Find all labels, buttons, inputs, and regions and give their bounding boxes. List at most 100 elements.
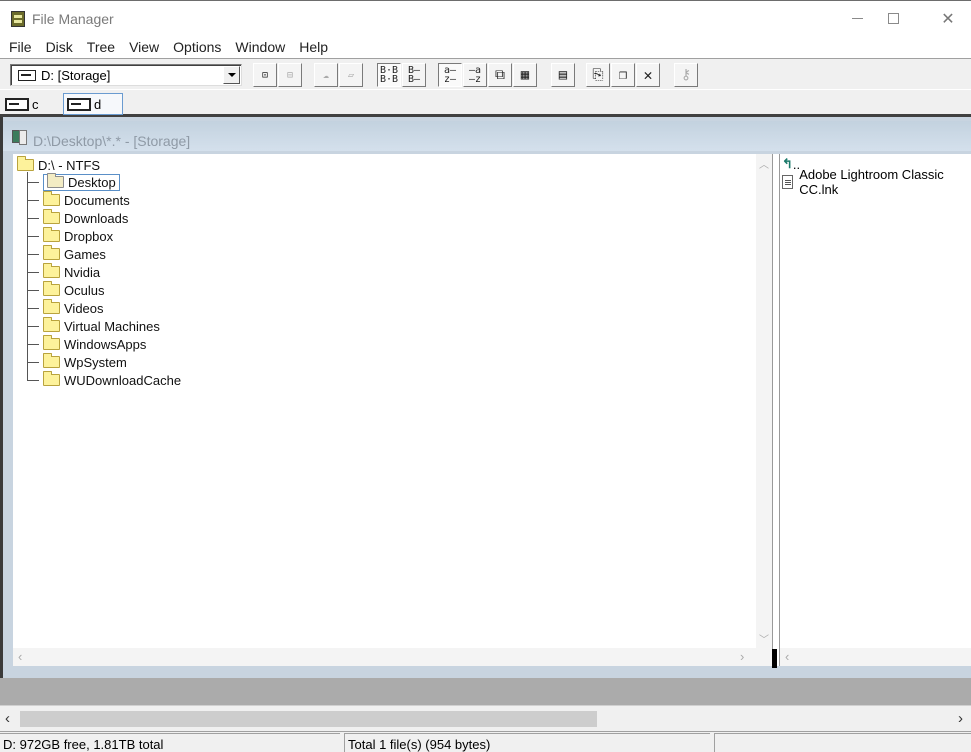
- key-icon: ⚷: [680, 66, 692, 83]
- tree-connector: [27, 199, 39, 201]
- tree-item-desktop[interactable]: Desktop: [27, 173, 120, 191]
- tree-horizontal-scrollbar[interactable]: ‹ ›: [13, 648, 772, 666]
- file-item[interactable]: Adobe Lightroom Classic CC.lnk: [782, 167, 971, 197]
- sort-by-type-button[interactable]: –a –z: [463, 63, 487, 87]
- drive-c-button[interactable]: c: [5, 93, 39, 115]
- menu-file[interactable]: File: [2, 36, 39, 58]
- tree-connector: [27, 217, 39, 219]
- folder-icon: [43, 209, 60, 224]
- file-name: Adobe Lightroom Classic CC.lnk: [799, 167, 944, 197]
- tree-item-label: WpSystem: [64, 354, 127, 370]
- tree-item-nvidia[interactable]: Nvidia: [27, 263, 100, 281]
- tree-item-oculus[interactable]: Oculus: [27, 281, 104, 299]
- folder-icon: [43, 191, 60, 206]
- parent-directory-icon: ↰: [782, 156, 793, 171]
- main-horizontal-scrollbar[interactable]: ‹ ›: [0, 705, 971, 731]
- network-disconnect-icon: ⊟: [286, 69, 294, 81]
- selection-box: Desktop: [43, 173, 120, 191]
- drive-select[interactable]: D: [Storage]: [10, 64, 242, 86]
- list-view-button[interactable]: B– B–: [402, 63, 426, 87]
- tree-connector: [27, 181, 39, 183]
- tree-item-virtual-machines[interactable]: Virtual Machines: [27, 317, 160, 335]
- connect-network-drive-button[interactable]: ⊡: [253, 63, 277, 87]
- scroll-up-icon[interactable]: ︿: [759, 156, 769, 171]
- folder-icon: [43, 245, 60, 260]
- menu-options[interactable]: Options: [166, 36, 228, 58]
- new-window-button[interactable]: ▤: [551, 63, 575, 87]
- tree-connector: [27, 307, 39, 309]
- delete-button[interactable]: ✕: [636, 63, 660, 87]
- tree-root-label: D:\ - NTFS: [38, 157, 101, 173]
- drive-bar: c d: [0, 90, 971, 117]
- menu-tree[interactable]: Tree: [80, 36, 122, 58]
- tree-vertical-scrollbar[interactable]: ︿ ﹀: [756, 154, 772, 648]
- scroll-left-icon[interactable]: ‹: [785, 649, 789, 664]
- file-cabinet-icon: [11, 11, 25, 27]
- directory-window: D:\Desktop\*.* - [Storage] D:\ - NTFS De…: [0, 117, 971, 678]
- folder-icon: [43, 227, 60, 242]
- tree-item-windowsapps[interactable]: WindowsApps: [27, 335, 146, 353]
- tree-item-dropbox[interactable]: Dropbox: [27, 227, 113, 245]
- tree-root[interactable]: D:\ - NTFS: [17, 156, 100, 174]
- extra-status: [714, 733, 971, 752]
- menu-help[interactable]: Help: [292, 36, 335, 58]
- network-connect-icon: ⊡: [261, 69, 269, 81]
- paste-icon: ❐: [618, 66, 628, 83]
- menu-view[interactable]: View: [122, 36, 166, 58]
- disconnect-network-drive-button[interactable]: ⊟: [278, 63, 302, 87]
- tree-item-videos[interactable]: Videos: [27, 299, 104, 317]
- sort-by-size-button[interactable]: ⧉: [488, 63, 512, 87]
- tree-connector: [27, 289, 39, 291]
- close-button[interactable]: ✕: [925, 1, 971, 36]
- drive-d-button[interactable]: d: [63, 93, 123, 115]
- chevron-down-icon[interactable]: [223, 66, 240, 84]
- folder-icon: [43, 371, 60, 386]
- drive-letter: d: [94, 96, 102, 112]
- menu-disk[interactable]: Disk: [39, 36, 80, 58]
- tree-item-wudownloadcache[interactable]: WUDownloadCache: [27, 371, 181, 389]
- menu-window[interactable]: Window: [228, 36, 292, 58]
- tree-connector: [27, 361, 39, 363]
- toolbar: D: [Storage] ⊡ ⊟ ☁ ▱ B·B B·B B– B– a– z– –a…: [0, 58, 971, 90]
- tree-item-label: WindowsApps: [64, 336, 147, 352]
- copy-button[interactable]: ⎘: [586, 63, 610, 87]
- tree-connector: [27, 325, 39, 327]
- disk-space-status: D: 972GB free, 1.81TB total: [0, 733, 340, 752]
- file-list-pane: ↰ .. Adobe Lightroom Classic CC.lnk ‹: [780, 154, 971, 666]
- new-window-icon: ▤: [558, 66, 568, 83]
- tree-item-wpsystem[interactable]: WpSystem: [27, 353, 127, 371]
- file-horizontal-scrollbar[interactable]: ‹: [780, 648, 971, 666]
- tree-item-downloads[interactable]: Downloads: [27, 209, 128, 227]
- pane-splitter[interactable]: [772, 154, 780, 666]
- folder-icon: [43, 263, 60, 278]
- sort-by-date-button[interactable]: ▦: [513, 63, 537, 87]
- splitter-handle[interactable]: [772, 649, 777, 668]
- scrollbar-thumb[interactable]: [20, 711, 597, 727]
- properties-button[interactable]: ⚷: [674, 63, 698, 87]
- sort-by-name-button[interactable]: a– z–: [438, 63, 462, 87]
- scroll-right-icon[interactable]: ›: [958, 710, 963, 727]
- drive-icon: [18, 70, 36, 81]
- scroll-down-icon[interactable]: ﹀: [759, 631, 769, 646]
- parent-directory-item[interactable]: ↰ ..: [782, 155, 800, 173]
- paste-button[interactable]: ❐: [611, 63, 635, 87]
- tree-connector: [27, 235, 39, 237]
- folder-icon: [43, 317, 60, 332]
- tree-item-games[interactable]: Games: [27, 245, 106, 263]
- maximize-button[interactable]: [870, 1, 916, 36]
- scroll-right-icon[interactable]: ›: [740, 649, 744, 664]
- directory-window-title-bar[interactable]: D:\Desktop\*.* - [Storage]: [3, 121, 971, 151]
- tree-item-label: Oculus: [64, 282, 105, 298]
- large-icons-button[interactable]: B·B B·B: [377, 63, 401, 87]
- stop-sharing-button[interactable]: ▱: [339, 63, 363, 87]
- drive-icon: [5, 97, 29, 111]
- scroll-left-icon[interactable]: ‹: [5, 710, 10, 727]
- folder-open-icon: [47, 173, 64, 188]
- tree-item-documents[interactable]: Documents: [27, 191, 130, 209]
- sort-type-icon: –a –z: [468, 65, 482, 85]
- share-as-button[interactable]: ☁: [314, 63, 338, 87]
- folder-icon: [43, 299, 60, 314]
- close-icon: ✕: [941, 10, 955, 28]
- document-icon: [782, 175, 794, 189]
- scroll-left-icon[interactable]: ‹: [18, 649, 22, 664]
